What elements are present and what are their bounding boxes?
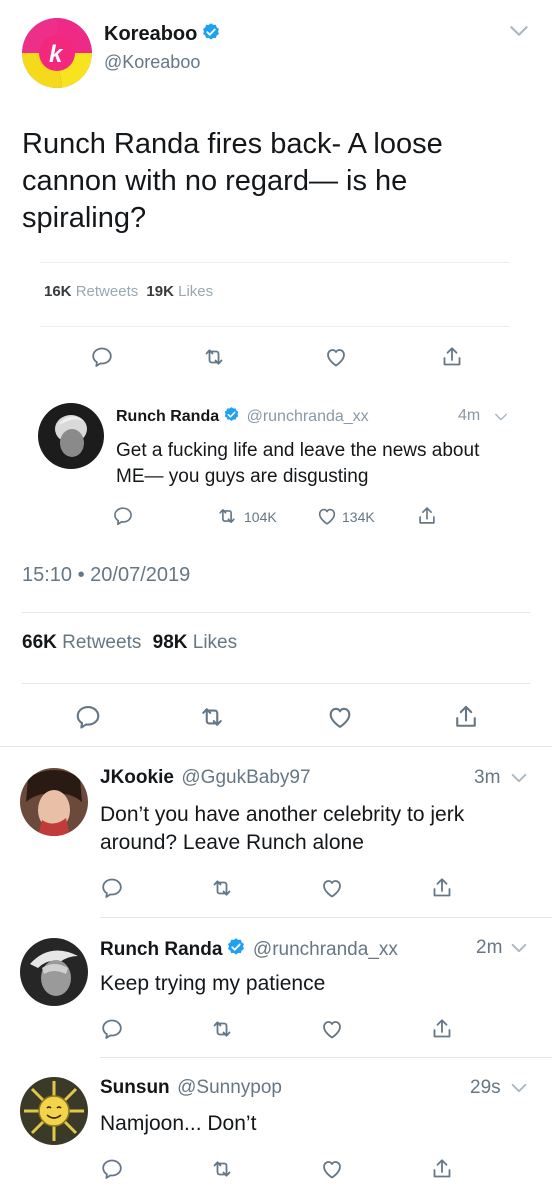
sun-emoji-photo <box>20 1077 88 1145</box>
runch-randa-photo <box>38 403 104 469</box>
screenshot-stats: 16K Retweets 19K Likes <box>44 283 213 300</box>
verified-badge-icon <box>226 937 246 957</box>
display-name[interactable]: Koreaboo <box>104 23 197 45</box>
screenshot-retweets-label: Retweets <box>75 283 139 300</box>
share-icon[interactable] <box>430 1157 454 1181</box>
retweet-icon <box>216 505 238 527</box>
share-icon <box>416 505 438 527</box>
tweet-stats[interactable]: 66K Retweets 98K Likes <box>22 632 237 654</box>
inner-tweet-text: Get a fucking life and leave the news ab… <box>116 440 480 487</box>
reply-icon[interactable] <box>100 1157 124 1181</box>
jkookie-avatar[interactable] <box>20 768 88 836</box>
divider <box>22 683 530 684</box>
reply-text: Keep trying my patience <box>100 972 326 995</box>
retweet-icon[interactable] <box>198 703 226 731</box>
like-icon <box>316 505 338 527</box>
like-icon[interactable] <box>320 1157 344 1181</box>
share-icon[interactable] <box>452 703 480 731</box>
retweet-icon[interactable] <box>210 1017 234 1041</box>
screenshot-retweets-count: 16K <box>44 283 72 300</box>
handle[interactable]: @Sunnypop <box>177 1077 282 1098</box>
retweet-icon <box>202 345 226 369</box>
like-icon <box>324 345 348 369</box>
inner-display-name: Runch Randa <box>116 408 220 425</box>
reply-icon[interactable] <box>100 1017 124 1041</box>
screenshot-divider <box>40 326 510 327</box>
verified-badge-icon <box>201 22 221 42</box>
retweet-icon[interactable] <box>210 1157 234 1181</box>
divider <box>100 917 552 918</box>
reply-text: Namjoon... Don’t <box>100 1112 257 1135</box>
share-icon[interactable] <box>430 1017 454 1041</box>
inner-retweets: 104K <box>244 509 277 525</box>
retweet-icon[interactable] <box>210 876 234 900</box>
likes-count[interactable]: 98K <box>153 632 188 653</box>
inner-handle: @runchranda_xx <box>246 408 369 425</box>
screenshot-likes-label: Likes <box>178 283 214 300</box>
display-name[interactable]: JKookie <box>100 767 174 788</box>
divider <box>100 1057 552 1058</box>
chevron-down-icon <box>492 408 510 426</box>
inner-tweet-header: Runch Randa @runchranda_xx <box>116 406 369 426</box>
reply-text: Don’t you have another celebrity to jerk… <box>100 803 465 854</box>
divider <box>22 612 530 613</box>
like-icon[interactable] <box>320 876 344 900</box>
inner-time: 4m <box>458 407 481 424</box>
koreaboo-logo: k <box>22 18 92 88</box>
runch-randa-photo <box>20 938 88 1006</box>
chevron-down-icon[interactable] <box>506 18 532 44</box>
chevron-down-icon[interactable] <box>508 1077 530 1099</box>
reply-author[interactable]: Runch Randa @runchranda_xx <box>100 937 398 961</box>
display-name[interactable]: Sunsun <box>100 1077 170 1098</box>
handle[interactable]: @GgukBaby97 <box>181 767 310 788</box>
verified-badge-icon <box>223 406 240 423</box>
chevron-down-icon[interactable] <box>508 937 530 959</box>
tweet-timestamp: 15:10 • 20/07/2019 <box>22 564 191 586</box>
display-name[interactable]: Runch Randa <box>100 939 222 960</box>
reply-icon[interactable] <box>74 703 102 731</box>
handle[interactable]: @runchranda_xx <box>253 939 398 960</box>
svg-text:k: k <box>49 41 64 68</box>
handle[interactable]: @Koreaboo <box>104 52 200 73</box>
reply-author[interactable]: Sunsun @Sunnypop <box>100 1077 282 1099</box>
share-icon[interactable] <box>430 876 454 900</box>
reply-icon <box>112 505 134 527</box>
screenshot-likes-count: 19K <box>146 283 174 300</box>
divider <box>0 746 552 747</box>
chevron-down-icon[interactable] <box>508 767 530 789</box>
reply-author[interactable]: JKookie @GgukBaby97 <box>100 767 311 789</box>
reply-time[interactable]: 3m <box>474 767 500 789</box>
like-icon[interactable] <box>320 1017 344 1041</box>
koreaboo-avatar[interactable]: k <box>22 18 92 88</box>
retweets-count[interactable]: 66K <box>22 632 57 653</box>
reply-icon <box>90 345 114 369</box>
screenshot-divider <box>40 262 510 263</box>
likes-label[interactable]: Likes <box>193 632 237 653</box>
tweet-text: Runch Randa fires back- A loose cannon w… <box>22 128 443 234</box>
retweets-label[interactable]: Retweets <box>62 632 141 653</box>
runch-randa-avatar <box>38 403 104 469</box>
like-icon[interactable] <box>326 703 354 731</box>
inner-likes: 134K <box>342 509 375 525</box>
reply-time[interactable]: 2m <box>476 937 502 959</box>
runch-randa-avatar[interactable] <box>20 938 88 1006</box>
main-author[interactable]: Koreaboo <box>104 22 221 46</box>
share-icon <box>440 345 464 369</box>
reply-time[interactable]: 29s <box>470 1077 501 1099</box>
reply-icon[interactable] <box>100 876 124 900</box>
sunsun-avatar[interactable] <box>20 1077 88 1145</box>
jkookie-photo <box>20 768 88 836</box>
